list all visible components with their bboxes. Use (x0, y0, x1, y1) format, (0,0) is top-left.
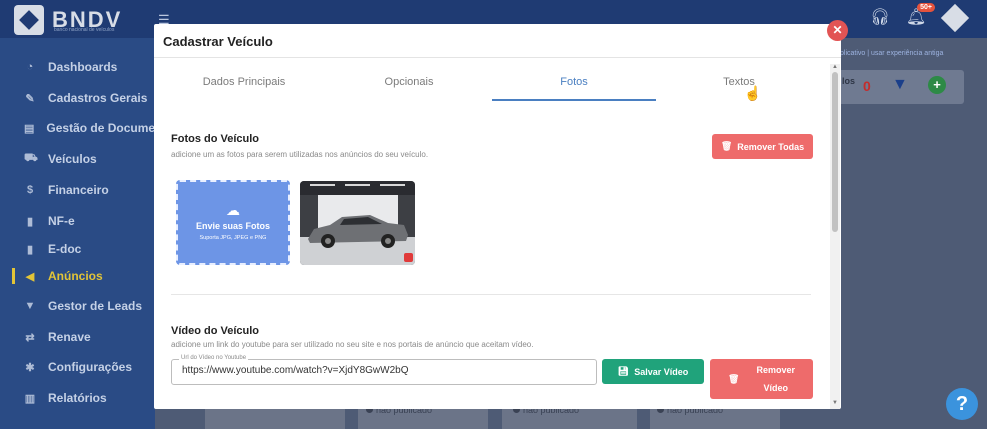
sidebar-item-renave[interactable]: ⇄ Renave (0, 322, 155, 352)
sidebar-item-label: Cadastros Gerais (48, 91, 148, 105)
sidebar-item-label: Gestor de Leads (48, 299, 143, 313)
sidebar-item-label: Gestão de Documentos (46, 121, 155, 135)
save-video-label: Salvar Vídeo (634, 366, 689, 377)
sidebar-item-nfe[interactable]: ▮ NF-e (0, 206, 155, 236)
upload-formats: Suporta JPG, JPEG e PNG (199, 235, 267, 241)
cloud-upload-icon: ☁ (226, 202, 240, 218)
sidebar-item-label: E-doc (48, 242, 82, 256)
sidebar-item-label: Dashboards (48, 60, 118, 74)
remove-video-label-line1: Remover (756, 365, 795, 375)
experience-links[interactable]: plicativo | usar experiência antiga (840, 50, 943, 57)
filters-count: 0 (863, 78, 871, 94)
sidebar-item-label: NF-e (48, 214, 75, 228)
sidebar-item-label: Renave (48, 330, 91, 344)
vehicle-photo-thumbnail[interactable] (300, 181, 415, 265)
file-icon: ▮ (26, 243, 34, 256)
filters-label: los (842, 76, 856, 86)
help-button[interactable]: ? (946, 388, 978, 420)
photo-upload-dropzone[interactable]: ☁ Envie suas Fotos Suporta JPG, JPEG e P… (176, 180, 290, 265)
scroll-down-icon[interactable]: ▼ (832, 400, 838, 406)
sidebar-item-label: Anúncios (48, 269, 103, 283)
scroll-thumb[interactable] (832, 72, 838, 232)
save-icon: 💾︎ (617, 366, 630, 376)
remove-video-label: Remover Vídeo (756, 365, 795, 393)
dashboard-icon: ◔ (26, 61, 34, 73)
remove-all-label: Remover Todas (737, 141, 805, 152)
notification-badge: 50+ (917, 3, 935, 12)
headset-icon[interactable]: 🎧︎ (869, 7, 891, 29)
section-divider (171, 294, 811, 295)
brand-subtitle: banco nacional de veículos (54, 27, 115, 33)
sidebar-item-financeiro[interactable]: $ Financeiro (0, 175, 155, 205)
logo-mark (14, 5, 44, 35)
tab-dados-principais[interactable]: Dados Principais (162, 64, 326, 101)
sidebar-item-gestao-documentos[interactable]: ▤ Gestão de Documentos (0, 113, 155, 143)
trash-icon: 🗑︎ (720, 141, 733, 151)
video-section-description: adicione um link do youtube para ser uti… (171, 340, 534, 349)
dollar-icon: $ (26, 184, 34, 196)
filter-icon[interactable]: ▼ (892, 76, 908, 94)
register-vehicle-modal: Cadastrar Veículo Dados Principais Opcio… (154, 24, 841, 409)
user-menu-icon[interactable] (940, 3, 970, 33)
sidebar-item-gestor-leads[interactable]: ▼ Gestor de Leads (0, 291, 155, 321)
trash-icon: 🗑︎ (728, 373, 740, 384)
tab-textos[interactable]: Textos (657, 64, 821, 101)
vehicle-photo-image (300, 181, 415, 265)
sidebar-item-configuracoes[interactable]: ✱ Configurações (0, 352, 155, 382)
sidebar-item-anuncios[interactable]: ◀ Anúncios (0, 261, 155, 291)
gear-icon: ✱ (25, 361, 35, 374)
filter-icon: ▼ (24, 300, 36, 312)
edit-icon: ✎ (25, 92, 35, 105)
youtube-url-label: Url do Vídeo no Youtube (179, 355, 249, 361)
save-video-button[interactable]: 💾︎ Salvar Vídeo (602, 359, 704, 384)
modal-header: Cadastrar Veículo (154, 24, 841, 58)
tab-fotos[interactable]: Fotos (492, 64, 656, 101)
filters-panel: los 0 ▼ + (830, 70, 964, 104)
remove-video-button[interactable]: 🗑︎ Remover Vídeo (710, 359, 813, 399)
scroll-up-icon[interactable]: ▲ (832, 64, 838, 70)
sidebar-item-label: Financeiro (48, 183, 109, 197)
remove-video-label-line2: Vídeo (763, 383, 788, 393)
sidebar-item-label: Configurações (48, 360, 133, 374)
folder-icon: ▤ (24, 122, 35, 135)
sidebar-item-label: Veículos (48, 152, 97, 166)
photos-section-description: adicione um as fotos para serem utilizad… (171, 150, 429, 159)
modal-tabs: Dados Principais Opcionais Fotos Textos (162, 64, 820, 101)
file-icon: ▮ (26, 215, 34, 228)
sidebar-item-relatorios[interactable]: ▥ Relatórios (0, 383, 155, 413)
sidebar-item-dashboards[interactable]: ◔ Dashboards (0, 52, 155, 82)
tab-opcionais[interactable]: Opcionais (327, 64, 491, 101)
add-icon[interactable]: + (928, 76, 946, 94)
remove-all-photos-button[interactable]: 🗑︎ Remover Todas (712, 134, 813, 159)
modal-scrollbar[interactable]: ▲ ▼ (830, 64, 840, 409)
top-icons: 🎧︎ 🔔︎ 50+ (869, 3, 970, 33)
bell-icon[interactable]: 🔔︎ 50+ (905, 3, 935, 29)
car-icon: ⛟ (24, 152, 38, 164)
modal-title: Cadastrar Veículo (163, 34, 273, 49)
video-section-title: Vídeo do Veículo (171, 325, 260, 337)
hand-cursor-icon: ☝ (744, 85, 762, 101)
sidebar: ◔ Dashboards ✎ Cadastros Gerais ▤ Gestão de… (0, 38, 155, 429)
delete-photo-icon[interactable] (404, 253, 413, 262)
youtube-url-input[interactable] (182, 365, 582, 376)
sidebar-item-cadastros-gerais[interactable]: ✎ Cadastros Gerais (0, 83, 155, 113)
photos-section-title: Fotos do Veículo (171, 133, 260, 145)
youtube-url-field: Url do Vídeo no Youtube (171, 355, 597, 385)
exchange-icon: ⇄ (25, 331, 35, 344)
sidebar-item-label: Relatórios (48, 391, 107, 405)
sidebar-item-edoc[interactable]: ▮ E-doc (0, 234, 155, 264)
bar-chart-icon: ▥ (24, 392, 36, 405)
upload-title: Envie suas Fotos (195, 221, 271, 231)
sidebar-item-veiculos[interactable]: ⛟ Veículos (0, 144, 155, 174)
megaphone-icon: ◀ (25, 270, 35, 283)
close-modal-button[interactable]: ✕ (827, 20, 848, 41)
